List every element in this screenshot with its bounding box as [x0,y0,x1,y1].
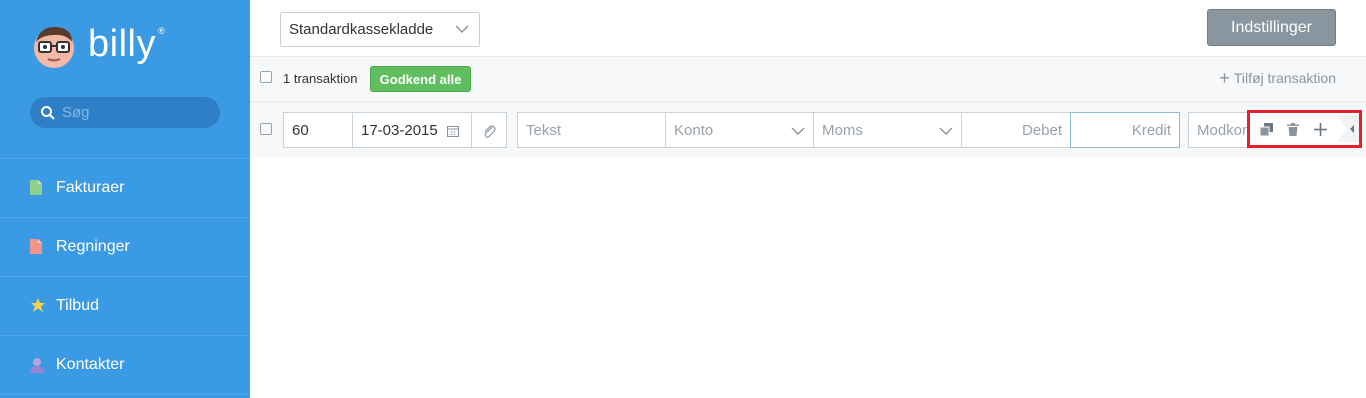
date-field[interactable]: 21 [352,112,472,148]
text-input[interactable] [518,113,665,147]
chevron-down-icon [791,127,805,136]
duplicate-icon[interactable] [1259,122,1273,136]
sidebar-item-label: Tilbud [56,297,99,314]
chevron-down-icon [939,127,953,136]
credit-input[interactable] [1071,113,1179,147]
sidebar-item-fakturaer[interactable]: Fakturaer [0,159,250,218]
registered-mark: ® [157,26,165,36]
row-actions-highlight [1247,110,1362,148]
select-all-checkbox[interactable] [260,71,272,83]
approve-all-button[interactable]: Godkend alle [370,66,471,92]
row-checkbox[interactable] [260,123,272,135]
search-icon [41,105,55,120]
add-transaction-label: Tilføj transaktion [1233,70,1336,86]
sidebar: billy ® Fakturaer Regninger Tilbud [0,0,250,398]
voucher-number-input[interactable] [284,113,352,147]
sidebar-item-label: Fakturaer [56,179,125,196]
svg-text:21: 21 [450,131,456,137]
calendar-icon[interactable]: 21 [447,125,459,137]
settings-button[interactable]: Indstillinger [1207,9,1336,46]
vat-select[interactable] [813,112,962,148]
attachment-field[interactable] [471,112,507,148]
transaction-row: 21 [250,102,1366,157]
bill-icon [30,239,46,255]
transaction-toolbar: 1 transaktion Godkend alle + Tilføj tran… [250,57,1366,102]
sidebar-item-label: Kontakter [56,356,125,373]
person-icon [30,357,46,373]
sidebar-item-label: Regninger [56,238,130,255]
credit-field[interactable] [1070,112,1180,148]
transaction-count: 1 transaktion [283,71,358,86]
billy-face-icon [34,26,74,68]
add-row-icon[interactable] [1313,122,1327,136]
add-transaction-link[interactable]: + Tilføj transaktion [1219,68,1336,88]
plus-icon: + [1219,68,1230,88]
account-select[interactable] [665,112,814,148]
sidebar-nav: Fakturaer Regninger Tilbud Kontakter [0,158,250,395]
search-input[interactable] [62,104,212,121]
text-field[interactable] [517,112,666,148]
search-box[interactable] [30,97,220,128]
journal-select[interactable]: Standardkassekladde [280,12,480,47]
star-icon [30,298,46,314]
sidebar-item-regninger[interactable]: Regninger [0,218,250,277]
top-bar: Standardkassekladde Indstillinger [250,0,1366,57]
debit-field[interactable] [961,112,1071,148]
paperclip-icon[interactable] [482,123,496,139]
voucher-number-field[interactable] [283,112,353,148]
invoice-icon [30,180,46,196]
chevron-down-icon [455,25,469,34]
debit-input[interactable] [962,113,1070,147]
trash-icon[interactable] [1286,122,1300,136]
collapse-arrow-icon[interactable] [1337,116,1359,142]
sidebar-item-tilbud[interactable]: Tilbud [0,277,250,336]
journal-select-value: Standardkassekladde [289,21,434,38]
logo[interactable]: billy ® [30,22,165,70]
brand-name: billy [88,23,156,65]
sidebar-item-kontakter[interactable]: Kontakter [0,336,250,395]
